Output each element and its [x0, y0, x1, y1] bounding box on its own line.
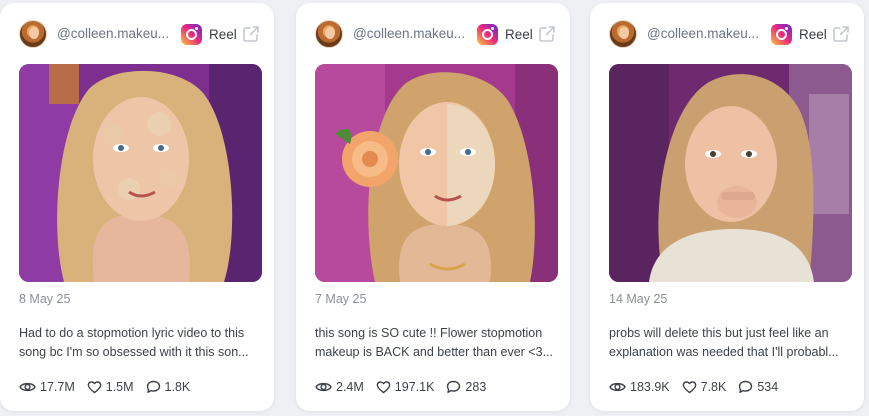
likes-stat: 197.1K	[376, 380, 435, 394]
eye-icon	[315, 382, 332, 392]
post-card[interactable]: @colleen.makeu... Reel 14 May 25 probs w…	[590, 3, 864, 411]
post-caption: probs will delete this but just feel lik…	[609, 326, 839, 359]
external-link-icon[interactable]	[242, 25, 260, 43]
avatar[interactable]	[19, 20, 47, 48]
post-type-label: Reel	[799, 27, 827, 42]
post-stats: 2.4M 197.1K 283	[315, 378, 498, 396]
post-date: 8 May 25	[19, 292, 71, 306]
post-card[interactable]: @colleen.makeu... Reel 7 May 25 this son…	[296, 3, 570, 411]
instagram-icon	[771, 24, 792, 45]
eye-icon	[609, 382, 626, 392]
comments-count: 534	[757, 380, 779, 394]
likes-stat: 7.8K	[682, 380, 727, 394]
instagram-icon	[181, 24, 202, 45]
views-count: 183.9K	[630, 380, 670, 394]
heart-icon	[87, 381, 102, 394]
avatar[interactable]	[609, 20, 637, 48]
external-link-icon[interactable]	[832, 25, 850, 43]
post-date: 14 May 25	[609, 292, 668, 306]
comment-icon	[447, 380, 461, 393]
post-thumbnail[interactable]	[19, 64, 262, 282]
views-stat: 183.9K	[609, 380, 670, 394]
instagram-icon	[477, 24, 498, 45]
post-stats: 17.7M 1.5M 1.8K	[19, 378, 202, 396]
likes-count: 1.5M	[105, 380, 134, 394]
likes-count: 7.8K	[700, 380, 727, 394]
comments-count: 1.8K	[164, 380, 191, 394]
avatar[interactable]	[315, 20, 343, 48]
card-header: @colleen.makeu... Reel	[296, 3, 570, 63]
comments-stat: 1.8K	[146, 380, 191, 394]
views-count: 2.4M	[336, 380, 364, 394]
account-handle[interactable]: @colleen.makeu...	[647, 26, 759, 41]
post-thumbnail[interactable]	[609, 64, 852, 282]
likes-count: 197.1K	[394, 380, 435, 394]
views-stat: 2.4M	[315, 380, 364, 394]
post-type-label: Reel	[209, 27, 237, 42]
external-link-icon[interactable]	[538, 25, 556, 43]
comments-count: 283	[465, 380, 487, 394]
likes-stat: 1.5M	[87, 380, 134, 394]
account-handle[interactable]: @colleen.makeu...	[353, 26, 465, 41]
heart-icon	[682, 381, 696, 394]
comments-stat: 283	[446, 380, 486, 394]
post-card[interactable]: @colleen.makeu... Reel 8 May 25 Had to d…	[0, 3, 274, 411]
views-count: 17.7M	[40, 380, 75, 394]
card-header: @colleen.makeu... Reel	[0, 3, 274, 63]
post-caption: Had to do a stopmotion lyric video to th…	[19, 326, 249, 359]
heart-icon	[376, 381, 391, 394]
card-header: @colleen.makeu... Reel	[590, 3, 864, 63]
views-stat: 17.7M	[19, 380, 75, 394]
post-date: 7 May 25	[315, 292, 367, 306]
post-type-label: Reel	[505, 27, 533, 42]
post-caption: this song is SO cute !! Flower stopmotio…	[315, 326, 553, 359]
comment-icon	[739, 380, 753, 393]
comments-stat: 534	[738, 380, 778, 394]
eye-icon	[19, 382, 36, 392]
comment-icon	[146, 380, 160, 393]
account-handle[interactable]: @colleen.makeu...	[57, 26, 169, 41]
post-stats: 183.9K 7.8K 534	[609, 378, 790, 396]
post-thumbnail[interactable]	[315, 64, 558, 282]
